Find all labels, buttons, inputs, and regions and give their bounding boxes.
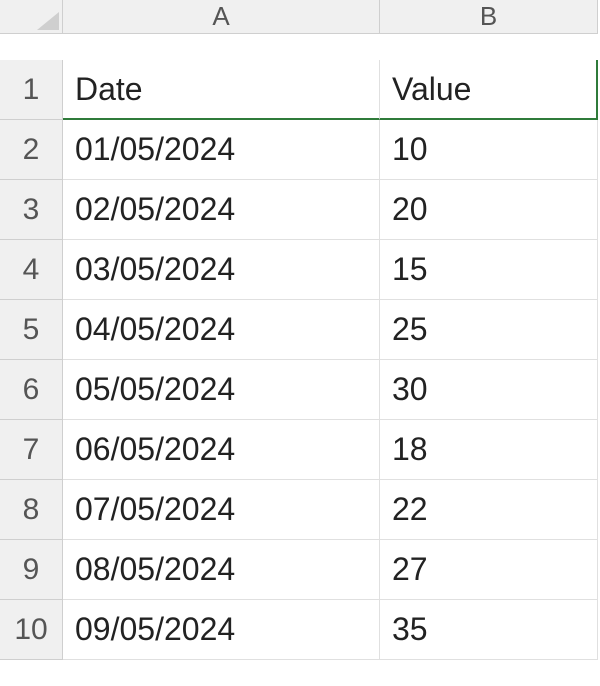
cell-B4[interactable]: 15 [380, 240, 598, 300]
cell-B10[interactable]: 35 [380, 600, 598, 660]
row-header-1[interactable]: 1 [0, 60, 63, 120]
cell-A10[interactable]: 09/05/2024 [63, 600, 380, 660]
row-header-8[interactable]: 8 [0, 480, 63, 540]
row-header-4[interactable]: 4 [0, 240, 63, 300]
col-header-B[interactable]: B [380, 0, 598, 34]
cell-A5[interactable]: 04/05/2024 [63, 300, 380, 360]
cell-A8[interactable]: 07/05/2024 [63, 480, 380, 540]
row-header-10[interactable]: 10 [0, 600, 63, 660]
cell-A7[interactable]: 06/05/2024 [63, 420, 380, 480]
row-header-3[interactable]: 3 [0, 180, 63, 240]
cell-B6[interactable]: 30 [380, 360, 598, 420]
cell-B3[interactable]: 20 [380, 180, 598, 240]
cell-B5[interactable]: 25 [380, 300, 598, 360]
cell-A9[interactable]: 08/05/2024 [63, 540, 380, 600]
row-header-6[interactable]: 6 [0, 360, 63, 420]
cell-B8[interactable]: 22 [380, 480, 598, 540]
cell-A2[interactable]: 01/05/2024 [63, 120, 380, 180]
cell-B9[interactable]: 27 [380, 540, 598, 600]
row-header-7[interactable]: 7 [0, 420, 63, 480]
row-header-2[interactable]: 2 [0, 120, 63, 180]
cell-B7[interactable]: 18 [380, 420, 598, 480]
cell-A3[interactable]: 02/05/2024 [63, 180, 380, 240]
row-header-9[interactable]: 9 [0, 540, 63, 600]
cell-A4[interactable]: 03/05/2024 [63, 240, 380, 300]
cell-B1[interactable]: Value [380, 60, 598, 120]
cell-A1[interactable]: Date [63, 60, 380, 120]
col-header-A[interactable]: A [63, 0, 380, 34]
select-all-corner[interactable] [0, 0, 63, 34]
cell-B2[interactable]: 10 [380, 120, 598, 180]
cell-A6[interactable]: 05/05/2024 [63, 360, 380, 420]
spreadsheet-grid[interactable]: A B 1 Date Value 2 01/05/2024 10 3 02/05… [0, 0, 600, 660]
row-header-5[interactable]: 5 [0, 300, 63, 360]
